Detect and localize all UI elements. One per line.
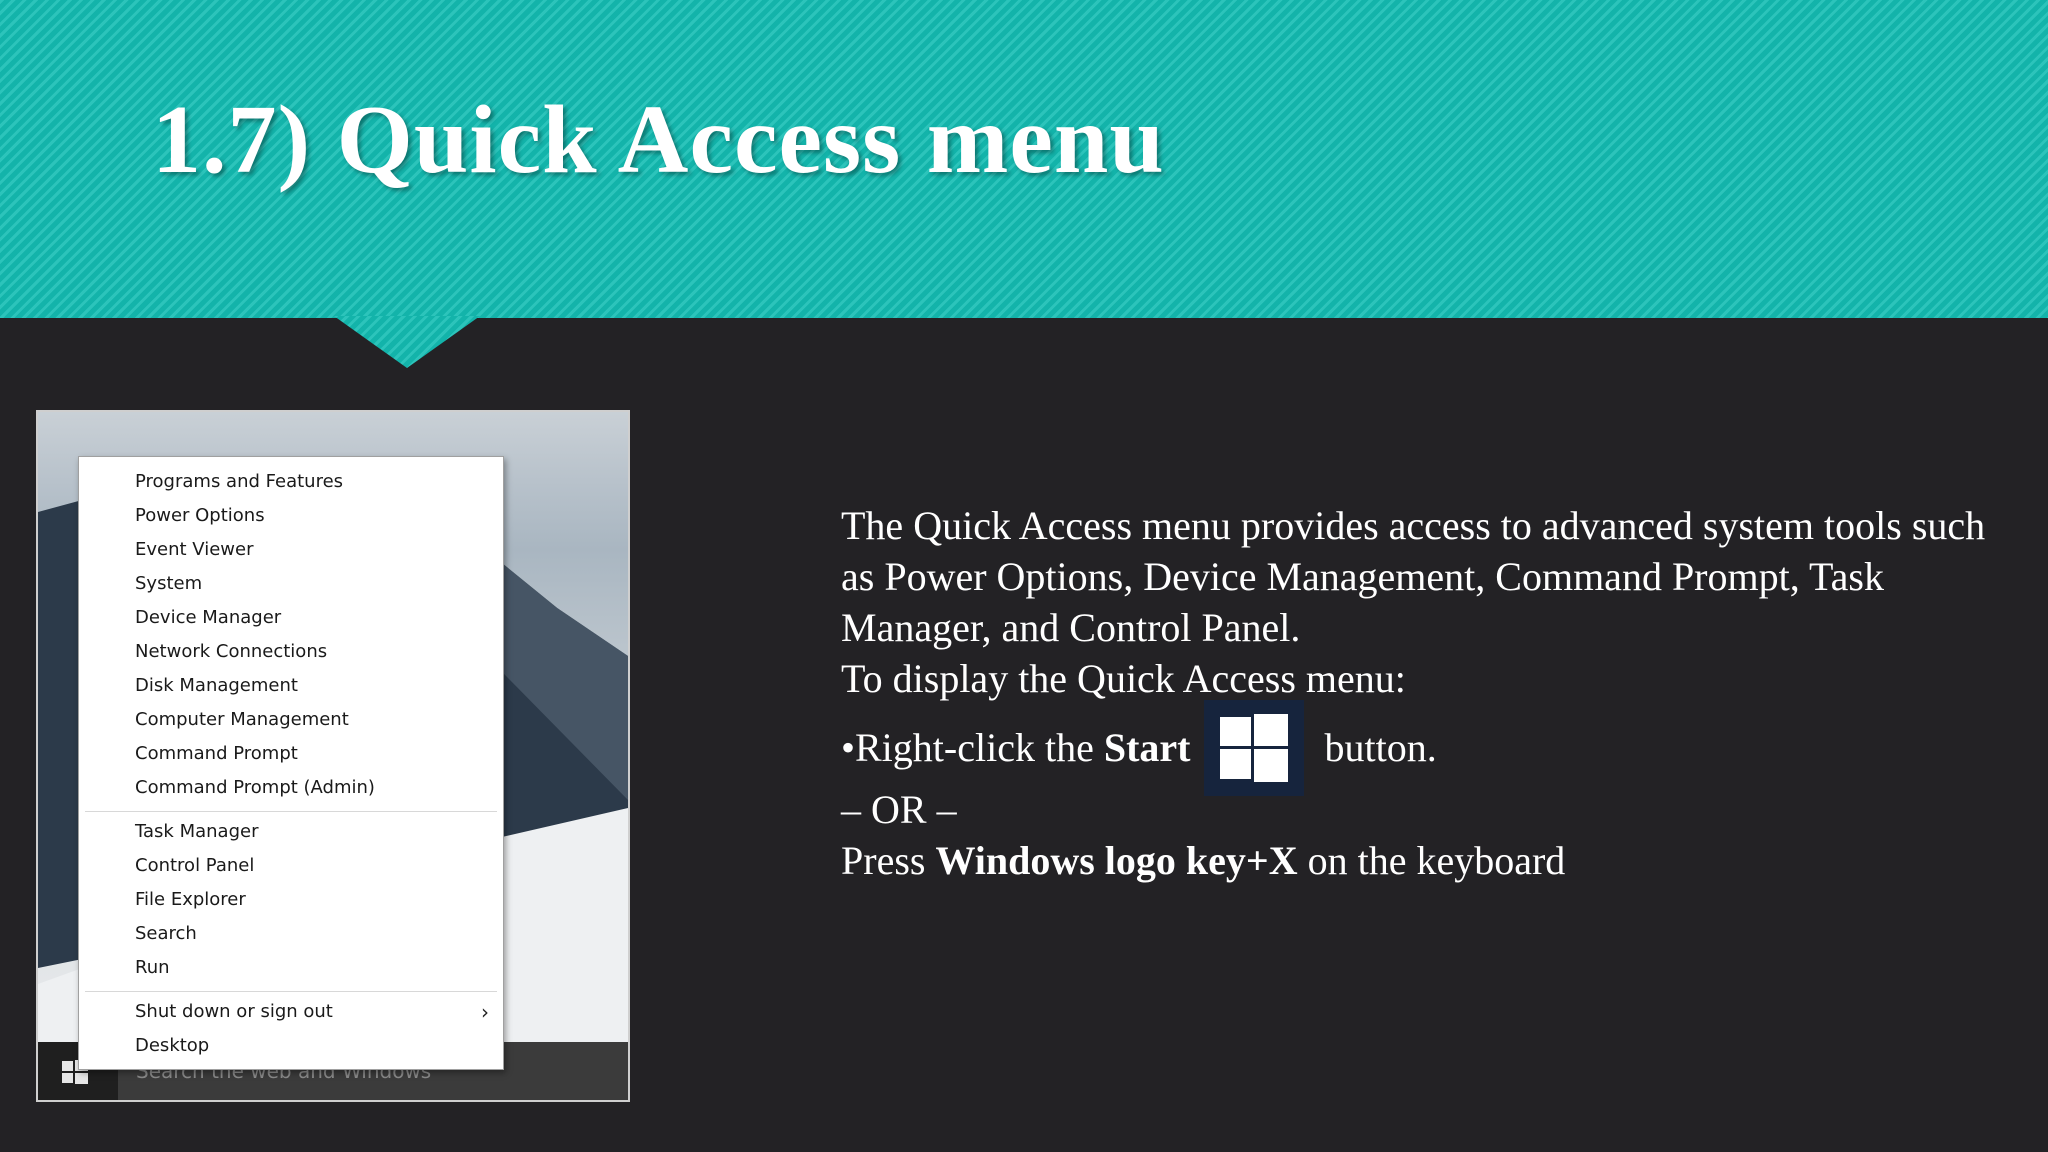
step-prefix: •Right-click the <box>841 725 1104 771</box>
display-heading: To display the Quick Access menu: <box>841 656 1406 701</box>
menu-item-label: Shut down or sign out <box>135 1001 333 1022</box>
shortcut-label: Windows logo key+X <box>935 838 1298 883</box>
slide-body: The Quick Access menu provides access to… <box>841 500 2001 886</box>
menu-item-device-manager[interactable]: Device Manager <box>79 601 503 635</box>
step-keyboard: Press Windows logo key+X on the keyboard <box>841 835 2001 886</box>
menu-item-task-manager[interactable]: Task Manager <box>79 815 503 849</box>
quick-access-context-menu: Programs and Features Power Options Even… <box>78 456 504 1070</box>
step-prefix: Press <box>841 838 936 883</box>
intro-paragraph: The Quick Access menu provides access to… <box>841 503 1986 650</box>
start-label: Start <box>1103 725 1191 771</box>
menu-separator <box>85 991 497 992</box>
step-suffix: button. <box>1314 725 1437 771</box>
menu-item-desktop[interactable]: Desktop <box>79 1029 503 1063</box>
menu-item-disk-management[interactable]: Disk Management <box>79 669 503 703</box>
menu-separator <box>85 811 497 812</box>
menu-item-run[interactable]: Run <box>79 951 503 985</box>
menu-item-command-prompt-admin[interactable]: Command Prompt (Admin) <box>79 771 503 805</box>
menu-item-power-options[interactable]: Power Options <box>79 499 503 533</box>
step-suffix: on the keyboard <box>1297 838 1566 883</box>
menu-item-control-panel[interactable]: Control Panel <box>79 849 503 883</box>
menu-item-shut-down-or-sign-out[interactable]: Shut down or sign out › <box>79 995 503 1029</box>
chevron-right-icon: › <box>481 1000 489 1024</box>
menu-item-search[interactable]: Search <box>79 917 503 951</box>
start-button-icon <box>1204 700 1305 796</box>
menu-item-network-connections[interactable]: Network Connections <box>79 635 503 669</box>
banner-notch <box>334 316 480 368</box>
quick-access-screenshot: Search the web and Windows Programs and … <box>36 410 630 1102</box>
slide-title: 1.7) Quick Access menu <box>152 86 1165 194</box>
menu-item-computer-management[interactable]: Computer Management <box>79 703 503 737</box>
menu-item-event-viewer[interactable]: Event Viewer <box>79 533 503 567</box>
menu-item-system[interactable]: System <box>79 567 503 601</box>
menu-item-file-explorer[interactable]: File Explorer <box>79 883 503 917</box>
menu-item-command-prompt[interactable]: Command Prompt <box>79 737 503 771</box>
menu-item-programs-and-features[interactable]: Programs and Features <box>79 465 503 499</box>
